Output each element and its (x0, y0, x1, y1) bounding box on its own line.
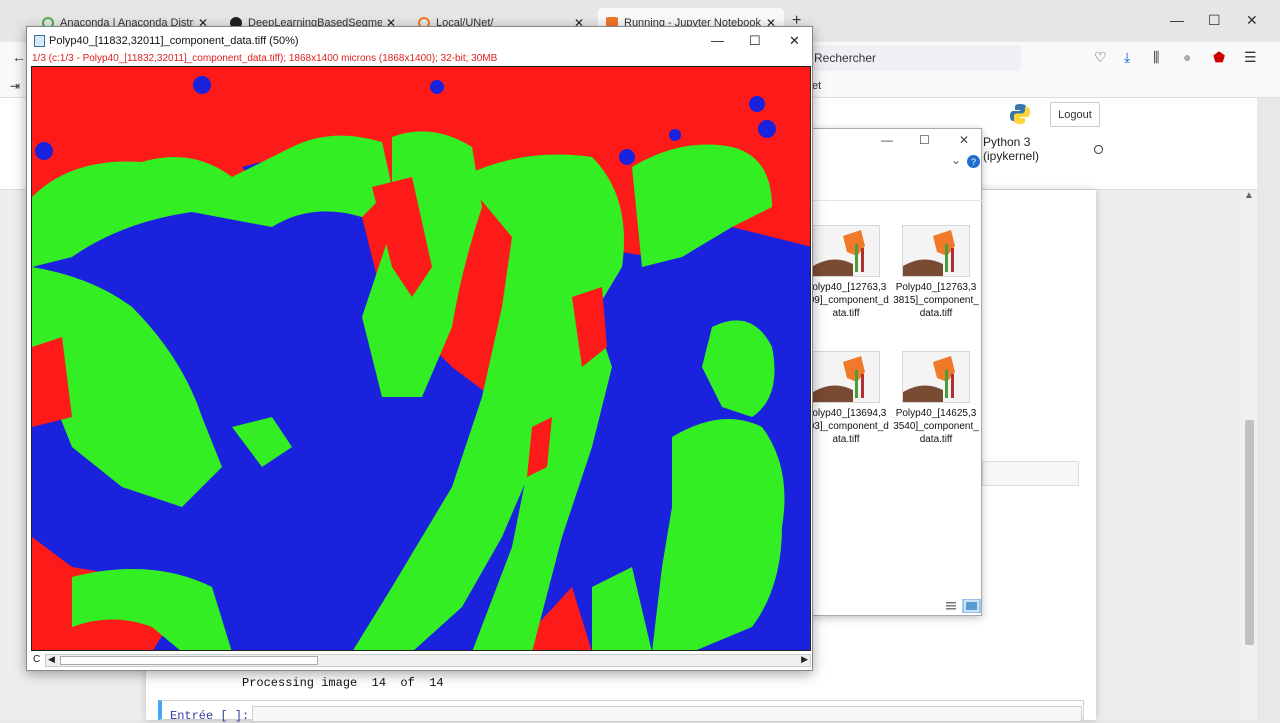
pocket-icon[interactable]: ♡ (1094, 49, 1107, 66)
download-icon[interactable]: ⤓ (1124, 49, 1130, 66)
python-logo-icon (1010, 104, 1030, 124)
view-toggle[interactable] (945, 599, 981, 613)
image-canvas[interactable] (31, 66, 811, 651)
chevron-down-icon[interactable]: ⌄ (951, 153, 961, 167)
logout-button[interactable]: Logout (1050, 102, 1100, 127)
segment-region (669, 129, 681, 141)
maximize-icon[interactable]: ☐ (919, 133, 930, 147)
scroll-up-icon[interactable]: ▲ (1244, 190, 1254, 201)
kernel-indicator: Python 3 (ipykernel) (983, 135, 1103, 163)
maximize-icon[interactable]: ☐ (749, 33, 761, 49)
file-name: Polyp40_[13694,3​303]_componen​t_data.ti… (803, 408, 889, 445)
image-file-icon (812, 225, 880, 277)
file-item[interactable]: Polyp40_[12763,3​709]_componen​t_data.ti… (803, 225, 889, 320)
output-widget-area (982, 461, 1079, 486)
channel-scrollbar[interactable]: ◀ ▶ (45, 654, 811, 667)
page-scrollbar[interactable]: ▲ (1242, 190, 1257, 720)
file-name: Polyp40_[12763,3​709]_componen​t_data.ti… (803, 282, 889, 319)
file-item[interactable]: Polyp40_[14625,3​3540]_componen​t_data.t… (893, 351, 979, 446)
details-view-icon (946, 602, 956, 610)
kernel-status-icon (1094, 144, 1103, 154)
segment-region (430, 80, 444, 94)
image-file-icon (902, 225, 970, 277)
search-input[interactable]: Rechercher (806, 45, 1021, 71)
close-window-icon[interactable]: ✕ (959, 133, 969, 147)
scroll-left-icon[interactable]: ◀ (48, 654, 55, 665)
cell-output: Processing image 14 of 14 (242, 676, 444, 690)
segment-region (35, 142, 53, 160)
image-bottom-bar: C ◀ ▶ (31, 653, 811, 668)
file-item[interactable]: Polyp40_[12763,3​3815]_componen​t_data.t… (893, 225, 979, 320)
imagej-window: Polyp40_[11832,32011]_component_data.tif… (26, 26, 813, 671)
image-window-icon (34, 35, 45, 47)
image-info: 1/3 (c:1/3 - Polyp40_[11832,32011]_compo… (32, 53, 498, 64)
bookmark-fragment[interactable]: et (812, 80, 821, 92)
segment-region (758, 120, 776, 138)
account-icon[interactable]: ● (1183, 49, 1191, 65)
library-icon[interactable]: ⫼ (1153, 49, 1159, 66)
file-item[interactable]: Polyp40_[13694,3​303]_componen​t_data.ti… (803, 351, 889, 446)
minimize-icon[interactable]: — (711, 33, 724, 48)
scrollbar-thumb[interactable] (1245, 420, 1254, 645)
sign-in-icon[interactable]: ⇥ (10, 79, 20, 93)
ublock-icon[interactable]: ⬟ (1213, 49, 1225, 66)
maximize-icon[interactable]: ☐ (1208, 12, 1221, 29)
close-window-icon[interactable]: ✕ (789, 33, 800, 49)
minimize-icon[interactable]: — (881, 133, 893, 147)
window-title: Polyp40_[11832,32011]_component_data.tif… (49, 35, 299, 47)
help-icon[interactable]: ? (967, 155, 980, 168)
kernel-name: Python 3 (ipykernel) (983, 135, 1040, 163)
channel-label: C (33, 654, 41, 665)
file-explorer-window: — ☐ ✕ ⌄ ? Polyp40_[12763,3​709]_componen… (803, 128, 983, 616)
thumbnail-view-icon (962, 599, 981, 613)
input-prompt: Entrée [ ]: (170, 709, 250, 723)
image-file-icon (812, 351, 880, 403)
segment-region (619, 149, 635, 165)
scroll-right-icon[interactable]: ▶ (801, 654, 808, 665)
segment-region (193, 76, 211, 94)
image-file-icon (902, 351, 970, 403)
explorer-toolbar (813, 175, 983, 201)
back-icon[interactable]: ← (12, 49, 26, 65)
segment-region (749, 96, 765, 112)
menu-icon[interactable]: ☰ (1244, 49, 1257, 66)
file-name: Polyp40_[14625,3​3540]_componen​t_data.t… (893, 408, 979, 445)
close-window-icon[interactable]: ✕ (1246, 12, 1258, 29)
file-name: Polyp40_[12763,3​3815]_componen​t_data.t… (893, 282, 979, 319)
scrollbar-thumb[interactable] (60, 656, 318, 665)
minimize-icon[interactable]: — (1170, 12, 1184, 28)
code-cell[interactable]: Entrée [ ]: (158, 700, 1084, 723)
segmentation-image (32, 67, 810, 650)
